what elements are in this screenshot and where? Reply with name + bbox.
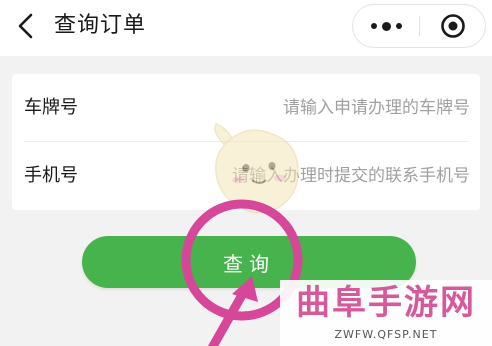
- phone-number-row: 手机号: [12, 142, 480, 210]
- more-dots-icon: [395, 23, 402, 29]
- page-title: 查询订单: [54, 13, 147, 38]
- mini-program-capsule: [352, 4, 486, 48]
- plate-number-label: 车牌号: [24, 97, 78, 118]
- more-button[interactable]: [353, 5, 419, 47]
- close-button[interactable]: [420, 5, 486, 47]
- site-name: 曲阜手游网: [296, 283, 476, 323]
- navigation-bar: 查询订单: [0, 0, 492, 56]
- target-close-icon: [441, 14, 465, 38]
- site-url: ZWFW.QFSP.NET: [334, 328, 438, 341]
- more-dots-icon: [381, 21, 391, 31]
- more-dots-icon: [370, 23, 377, 29]
- phone-number-input[interactable]: [170, 160, 470, 192]
- plate-number-input[interactable]: [170, 92, 470, 124]
- back-button[interactable]: [12, 12, 40, 40]
- chevron-left-icon: [18, 13, 33, 39]
- plate-number-row: 车牌号: [12, 74, 480, 142]
- site-watermark: 曲阜手游网 ZWFW.QFSP.NET: [280, 280, 492, 346]
- phone-number-label: 手机号: [24, 165, 78, 186]
- order-query-form: 车牌号 手机号: [12, 74, 480, 210]
